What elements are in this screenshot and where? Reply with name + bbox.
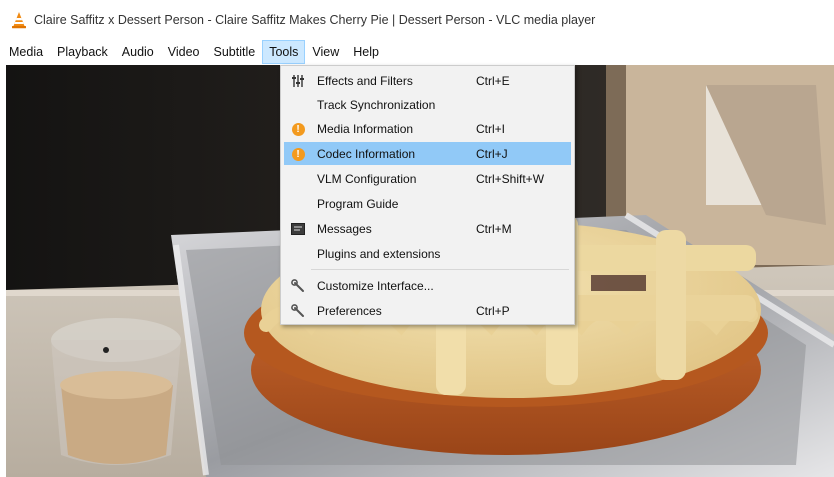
menu-item-shortcut: Ctrl+E <box>476 73 510 88</box>
menu-item-media-information[interactable]: ! Media Information Ctrl+I <box>284 117 571 140</box>
sliders-icon <box>290 73 306 89</box>
menu-item-label: Program Guide <box>317 196 399 211</box>
menu-item-shortcut: Ctrl+J <box>476 146 508 161</box>
menubar: Media Playback Audio Video Subtitle Tool… <box>0 40 834 64</box>
menu-item-program-guide[interactable]: Program Guide <box>284 192 571 215</box>
menu-tools[interactable]: Tools <box>262 40 306 64</box>
info-icon: ! <box>290 121 306 137</box>
messages-icon <box>290 221 306 237</box>
menu-item-shortcut: Ctrl+M <box>476 221 512 236</box>
tools-menu: Effects and Filters Ctrl+E Track Synchro… <box>280 65 575 325</box>
window-titlebar: Claire Saffitz x Dessert Person - Claire… <box>0 0 834 40</box>
menu-item-label: Codec Information <box>317 146 416 161</box>
menu-audio[interactable]: Audio <box>115 40 161 64</box>
wrench-icon <box>290 303 306 319</box>
menu-item-label: VLM Configuration <box>317 171 417 186</box>
menu-item-shortcut: Ctrl+P <box>476 303 510 318</box>
info-icon: ! <box>290 146 306 162</box>
menu-item-label: Messages <box>317 221 372 236</box>
menu-media[interactable]: Media <box>2 40 50 64</box>
menu-help[interactable]: Help <box>346 40 386 64</box>
window-title: Claire Saffitz x Dessert Person - Claire… <box>34 13 596 27</box>
menu-item-shortcut: Ctrl+I <box>476 121 506 136</box>
menu-item-preferences[interactable]: Preferences Ctrl+P <box>284 299 571 322</box>
menu-item-plugins-and-extensions[interactable]: Plugins and extensions <box>284 242 571 265</box>
menu-view[interactable]: View <box>305 40 346 64</box>
menu-item-customize-interface[interactable]: Customize Interface... <box>284 274 571 297</box>
vlc-cone-icon <box>12 12 26 29</box>
menu-item-track-synchronization[interactable]: Track Synchronization <box>284 93 571 116</box>
wrench-icon <box>290 278 306 294</box>
menu-playback[interactable]: Playback <box>50 40 115 64</box>
menu-item-label: Media Information <box>317 121 414 136</box>
menu-item-label: Customize Interface... <box>317 278 434 293</box>
menu-separator <box>311 269 569 270</box>
menu-item-messages[interactable]: Messages Ctrl+M <box>284 217 571 240</box>
menu-item-shortcut: Ctrl+Shift+W <box>476 171 545 186</box>
menu-item-label: Plugins and extensions <box>317 246 441 261</box>
menu-item-vlm-configuration[interactable]: VLM Configuration Ctrl+Shift+W <box>284 167 571 190</box>
menu-item-codec-information[interactable]: ! Codec Information Ctrl+J <box>284 142 571 165</box>
menu-item-label: Preferences <box>317 303 382 318</box>
menu-item-label: Effects and Filters <box>317 73 413 88</box>
menu-item-label: Track Synchronization <box>317 97 436 112</box>
menu-item-effects-and-filters[interactable]: Effects and Filters Ctrl+E <box>284 69 571 92</box>
menu-video[interactable]: Video <box>161 40 207 64</box>
menu-subtitle[interactable]: Subtitle <box>207 40 263 64</box>
